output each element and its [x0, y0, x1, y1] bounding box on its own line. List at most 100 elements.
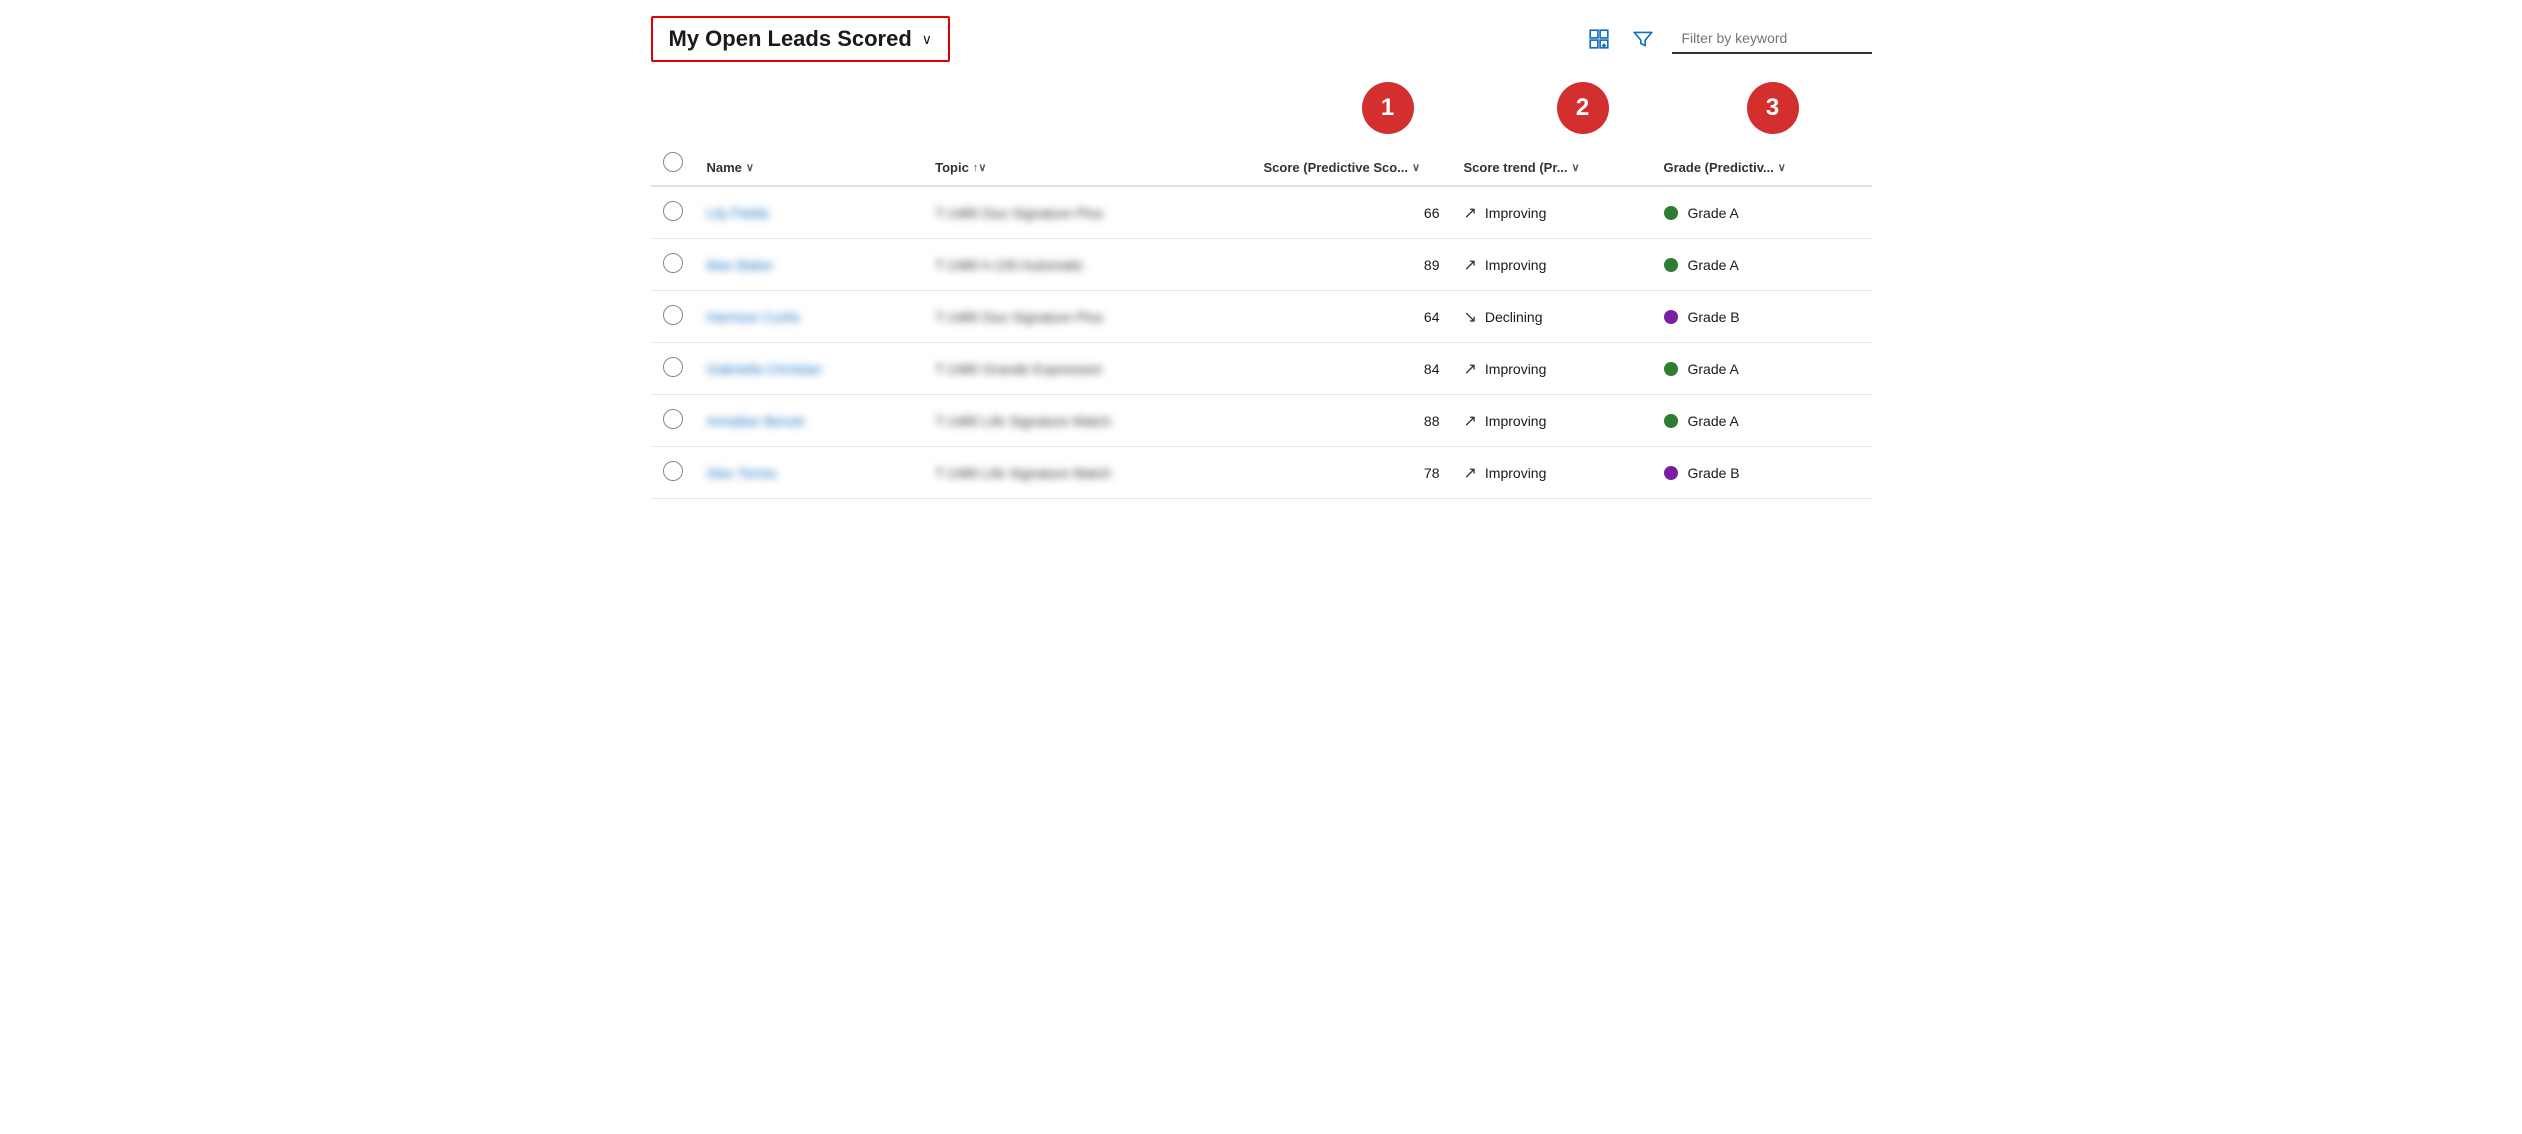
lead-trend: ↗ Improving	[1452, 395, 1652, 447]
filter-icon	[1632, 28, 1654, 50]
table-row: Max Baker T-1480 h-150 Automatic 89 ↗ Im…	[651, 239, 1872, 291]
row-checkbox[interactable]	[663, 409, 683, 429]
grade-label: Grade A	[1688, 257, 1739, 273]
lead-trend: ↗ Improving	[1452, 186, 1652, 239]
grade-dot	[1664, 206, 1678, 220]
trend-arrow-icon: ↗	[1464, 463, 1477, 483]
row-checkbox-cell	[651, 447, 695, 499]
trend-arrow-icon: ↗	[1464, 359, 1477, 379]
grade-label: Grade A	[1688, 361, 1739, 377]
lead-score: 84	[1252, 343, 1452, 395]
row-checkbox[interactable]	[663, 253, 683, 273]
lead-trend: ↗ Improving	[1452, 239, 1652, 291]
lead-score: 64	[1252, 291, 1452, 343]
trend-label: Improving	[1485, 465, 1546, 481]
header-actions	[1584, 24, 1872, 54]
checkbox-header	[651, 142, 695, 186]
lead-score: 78	[1252, 447, 1452, 499]
row-checkbox-cell	[651, 395, 695, 447]
view-settings-icon	[1588, 28, 1610, 50]
lead-trend: ↘ Declining	[1452, 291, 1652, 343]
row-checkbox[interactable]	[663, 201, 683, 221]
row-checkbox[interactable]	[663, 305, 683, 325]
score-column-label: Score (Predictive Sco...	[1264, 160, 1409, 175]
view-settings-button[interactable]	[1584, 24, 1614, 54]
score-sort-icon: ∨	[1412, 161, 1420, 174]
trend-label: Improving	[1485, 413, 1546, 429]
lead-name[interactable]: Annalise Benoit	[695, 395, 924, 447]
row-checkbox-cell	[651, 291, 695, 343]
table-wrapper: 1 2 3 Name ∨	[651, 82, 1872, 499]
trend-label: Improving	[1485, 257, 1546, 273]
keyword-filter-input[interactable]	[1672, 24, 1872, 54]
lead-score: 89	[1252, 239, 1452, 291]
table-row: Annalise Benoit T-1480 Life Signature Ma…	[651, 395, 1872, 447]
lead-name[interactable]: Gabriella Christian	[695, 343, 924, 395]
lead-name[interactable]: Harrison Curtis	[695, 291, 924, 343]
grade-column-header[interactable]: Grade (Predictiv... ∨	[1652, 142, 1872, 186]
lead-grade: Grade A	[1652, 395, 1872, 447]
name-column-header[interactable]: Name ∨	[695, 142, 924, 186]
trend-column-label: Score trend (Pr...	[1464, 160, 1568, 175]
title-wrapper[interactable]: My Open Leads Scored ∨	[651, 16, 951, 62]
table-row: Gabriella Christian T-1480 Grande Expres…	[651, 343, 1872, 395]
lead-topic: T-1480 h-150 Automatic	[923, 239, 1251, 291]
badge-3: 3	[1747, 82, 1799, 134]
grade-label: Grade A	[1688, 205, 1739, 221]
row-checkbox-cell	[651, 343, 695, 395]
lead-topic: T-1480 Grande Expression	[923, 343, 1251, 395]
trend-label: Improving	[1485, 205, 1546, 221]
lead-grade: Grade A	[1652, 343, 1872, 395]
grade-sort-icon: ∨	[1778, 161, 1786, 174]
lead-trend: ↗ Improving	[1452, 447, 1652, 499]
lead-name[interactable]: Max Baker	[695, 239, 924, 291]
lead-trend: ↗ Improving	[1452, 343, 1652, 395]
badges-row: 1 2 3	[651, 82, 1872, 134]
lead-grade: Grade A	[1652, 239, 1872, 291]
table-body: Lily Fields T-1480 Duo Signature Plus 66…	[651, 186, 1872, 499]
lead-topic: T-1480 Duo Signature Plus	[923, 291, 1251, 343]
topic-column-label: Topic	[935, 160, 969, 175]
score-column-header[interactable]: Score (Predictive Sco... ∨	[1252, 142, 1452, 186]
badge-1: 1	[1362, 82, 1414, 134]
trend-label: Declining	[1485, 309, 1543, 325]
select-all-checkbox[interactable]	[663, 152, 683, 172]
topic-column-header[interactable]: Topic ↑∨	[923, 142, 1251, 186]
grade-label: Grade B	[1688, 465, 1740, 481]
page-title: My Open Leads Scored	[669, 26, 912, 52]
title-chevron-icon: ∨	[922, 31, 932, 48]
lead-grade: Grade B	[1652, 447, 1872, 499]
row-checkbox[interactable]	[663, 357, 683, 377]
leads-table: Name ∨ Topic ↑∨ Score (Predictive Sco...	[651, 142, 1872, 499]
lead-grade: Grade B	[1652, 291, 1872, 343]
table-row: Lily Fields T-1480 Duo Signature Plus 66…	[651, 186, 1872, 239]
lead-grade: Grade A	[1652, 186, 1872, 239]
trend-arrow-icon: ↗	[1464, 411, 1477, 431]
grade-dot	[1664, 362, 1678, 376]
header-row: Name ∨ Topic ↑∨ Score (Predictive Sco...	[651, 142, 1872, 186]
lead-name[interactable]: Alex Torres	[695, 447, 924, 499]
trend-label: Improving	[1485, 361, 1546, 377]
lead-score: 66	[1252, 186, 1452, 239]
lead-name[interactable]: Lily Fields	[695, 186, 924, 239]
grade-label: Grade A	[1688, 413, 1739, 429]
table-row: Alex Torres T-1480 Life Signature Match …	[651, 447, 1872, 499]
trend-arrow-icon: ↗	[1464, 203, 1477, 223]
grade-dot	[1664, 466, 1678, 480]
grade-dot	[1664, 310, 1678, 324]
trend-sort-icon: ∨	[1572, 161, 1580, 174]
trend-arrow-icon: ↗	[1464, 255, 1477, 275]
trend-arrow-icon: ↘	[1464, 307, 1477, 327]
lead-topic: T-1480 Life Signature Match	[923, 447, 1251, 499]
row-checkbox[interactable]	[663, 461, 683, 481]
topic-sort-icon: ↑∨	[973, 161, 987, 174]
filter-button[interactable]	[1628, 24, 1658, 54]
table-row: Harrison Curtis T-1480 Duo Signature Plu…	[651, 291, 1872, 343]
row-checkbox-cell	[651, 239, 695, 291]
lead-topic: T-1480 Duo Signature Plus	[923, 186, 1251, 239]
row-checkbox-cell	[651, 186, 695, 239]
badge-1-container: 1	[1288, 82, 1488, 134]
badge-2-container: 2	[1488, 82, 1678, 134]
grade-dot	[1664, 258, 1678, 272]
trend-column-header[interactable]: Score trend (Pr... ∨	[1452, 142, 1652, 186]
